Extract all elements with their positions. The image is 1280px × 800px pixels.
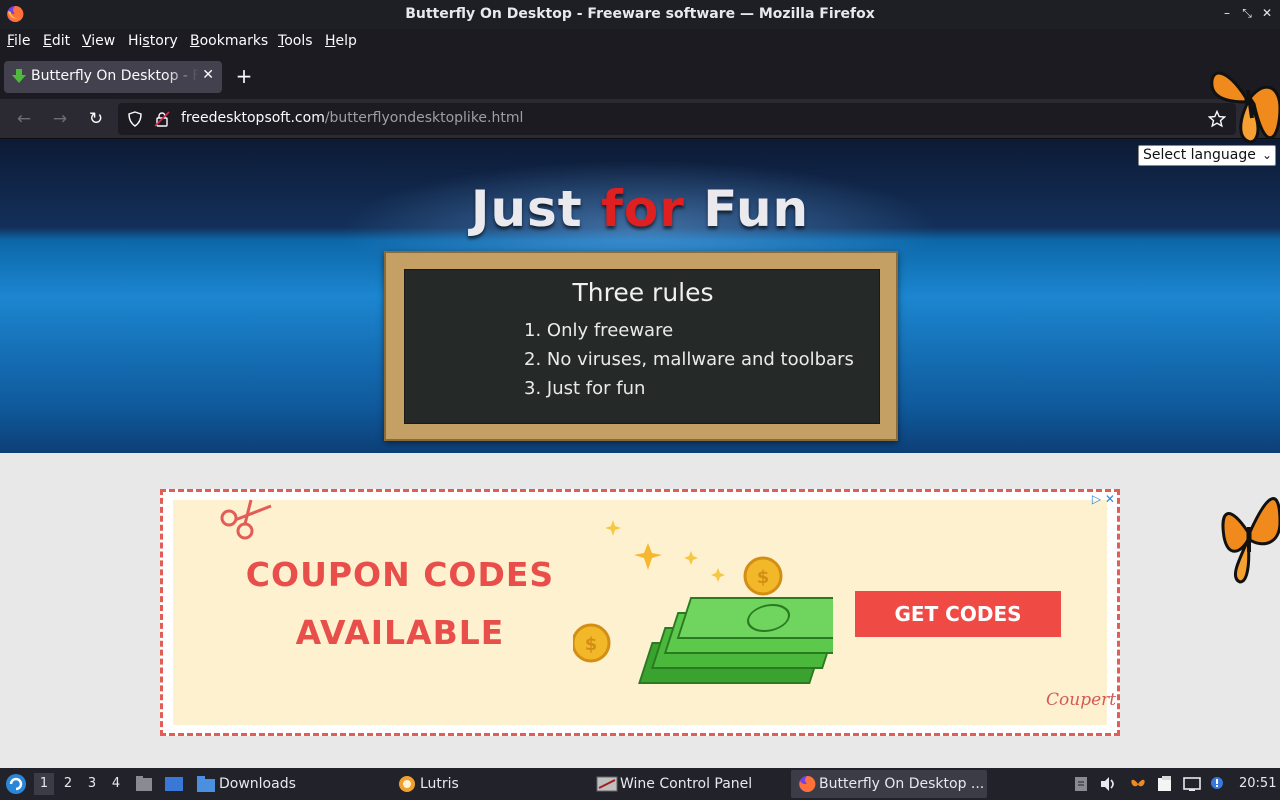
rule-item: 3. Just for fun	[524, 378, 646, 399]
workspace-4[interactable]: 4	[106, 773, 126, 795]
rule-item: 1. Only freeware	[524, 320, 674, 341]
coupon-ad[interactable]: COUPON CODES AVAILABLE $ $ GET CODES Cou…	[160, 489, 1120, 736]
page-content: Just for Fun Select language ⌄ Three rule…	[0, 140, 1280, 768]
chalkboard-surface: Three rules 1. Only freeware 2. No virus…	[404, 269, 880, 424]
ad-body[interactable]: COUPON CODES AVAILABLE $ $ GET CODES Cou…	[173, 499, 1116, 725]
window-title: Butterfly On Desktop - Freeware software…	[405, 6, 875, 22]
scissors-icon	[220, 499, 272, 540]
start-menu-icon[interactable]	[5, 773, 27, 795]
wine-control-panel-icon	[596, 776, 618, 792]
workspace-2[interactable]: 2	[58, 773, 78, 795]
workspace-3[interactable]: 3	[82, 773, 102, 795]
url-text[interactable]: freedesktopsoft.com/butterflyondesktopli…	[181, 110, 523, 126]
tracking-shield-icon[interactable]	[127, 111, 143, 127]
money-stack-icon: $ $	[573, 520, 833, 684]
folder-icon	[197, 776, 215, 792]
svg-text:$: $	[757, 567, 770, 588]
clipboard-tray-icon[interactable]	[1072, 776, 1090, 792]
maximize-button[interactable]: ⤡	[1238, 4, 1256, 22]
tab-strip: Butterfly On Desktop - Freeware software…	[0, 55, 1280, 99]
svg-text:$: $	[585, 634, 598, 655]
menu-help[interactable]: Help	[325, 33, 357, 49]
back-button[interactable]: ←	[13, 108, 35, 130]
ad-headline-line1: COUPON CODES	[245, 555, 555, 594]
menu-bar: File Edit View History Bookmarks Tools H…	[0, 29, 1280, 55]
volume-icon[interactable]	[1099, 776, 1117, 792]
taskbar-window-lutris[interactable]: Lutris	[420, 776, 459, 792]
clock[interactable]: 20:51	[1239, 776, 1276, 791]
lutris-icon	[399, 776, 415, 792]
page-heading: Just for Fun	[470, 180, 810, 238]
menu-view[interactable]: View	[82, 33, 115, 49]
notes-tray-icon[interactable]	[1156, 776, 1174, 792]
taskbar-window-downloads[interactable]: Downloads	[219, 776, 296, 792]
taskbar-window-wine-control-panel[interactable]: Wine Control Panel	[620, 776, 752, 792]
insecure-lock-icon[interactable]	[154, 111, 170, 127]
firefox-logo-icon	[799, 775, 816, 792]
ad-headline-line2: AVAILABLE	[295, 613, 505, 652]
butterfly-tray-icon[interactable]	[1129, 776, 1147, 792]
minimize-button[interactable]: –	[1218, 4, 1236, 22]
close-window-button[interactable]: ✕	[1258, 4, 1276, 22]
notification-icon[interactable]	[1209, 776, 1227, 792]
menu-edit[interactable]: Edit	[43, 33, 70, 49]
ad-brand-logo: Coupert	[1046, 690, 1117, 710]
menu-file[interactable]: File	[7, 33, 30, 49]
menu-bookmarks[interactable]: Bookmarks	[190, 33, 268, 49]
window-titlebar: Butterfly On Desktop - Freeware software…	[0, 0, 1280, 29]
desktop-icon[interactable]	[164, 775, 184, 793]
menu-tools[interactable]: Tools	[278, 33, 313, 49]
taskbar: 1 2 3 4 Downloads Lutris Wine Control Pa…	[0, 768, 1280, 800]
workspace-1[interactable]: 1	[34, 773, 54, 795]
ad-choices-icon[interactable]: ▷ ✕	[1092, 492, 1115, 506]
network-icon[interactable]	[1183, 776, 1201, 792]
file-manager-icon[interactable]	[135, 775, 153, 793]
download-arrow-icon	[12, 69, 26, 83]
tab-close-icon[interactable]: ✕	[202, 67, 214, 83]
butterfly-icon	[1221, 497, 1280, 584]
butterfly-icon	[1210, 71, 1280, 144]
tab-title: Butterfly On Desktop - Freeware software	[31, 68, 199, 84]
reload-button[interactable]: ↻	[85, 108, 107, 130]
tab-butterfly-on-desktop[interactable]: Butterfly On Desktop - Freeware software…	[4, 61, 222, 93]
new-tab-button[interactable]: +	[234, 66, 254, 86]
get-codes-button[interactable]: GET CODES	[855, 591, 1061, 637]
menu-history[interactable]: History	[128, 33, 178, 49]
rule-item: 2. No viruses, mallware and toolbars	[524, 349, 854, 370]
rules-title: Three rules	[572, 278, 714, 307]
taskbar-window-firefox[interactable]: Butterfly On Desktop ...	[819, 776, 984, 792]
forward-button[interactable]: →	[49, 108, 71, 130]
navigation-toolbar: ← → ↻ freedesktopsoft.com/butterflyondes…	[0, 99, 1280, 139]
chalkboard: Three rules 1. Only freeware 2. No virus…	[384, 251, 898, 441]
hero-banner: Just for Fun Select language ⌄ Three rule…	[0, 140, 1280, 453]
url-bar[interactable]: freedesktopsoft.com/butterflyondesktopli…	[118, 103, 1236, 135]
